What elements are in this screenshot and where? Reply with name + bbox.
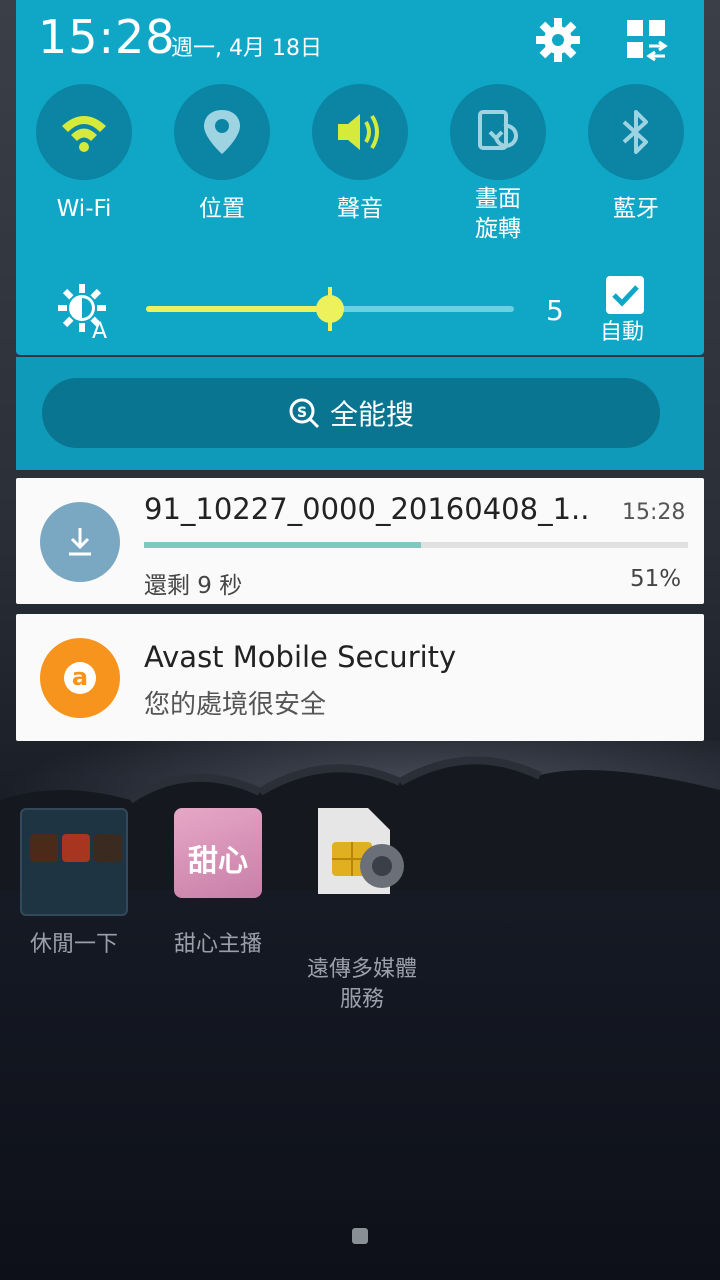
download-icon <box>69 528 91 556</box>
auto-brightness-label: 自動 <box>600 320 645 345</box>
search-panel: S 全能搜 <box>16 357 704 470</box>
avast-icon: a <box>40 638 120 718</box>
avast-title: Avast Mobile Security <box>144 640 457 674</box>
toggle-wifi-label: Wi-Fi <box>56 196 112 222</box>
status-date: 週一, 4月 18日 <box>171 36 322 61</box>
download-percent: 51% <box>630 566 682 592</box>
download-progress-fill <box>144 542 422 548</box>
brightness-slider[interactable] <box>146 287 514 331</box>
bluetooth-icon <box>622 110 648 154</box>
sound-icon <box>338 114 379 150</box>
toggle-wifi-circle[interactable] <box>36 84 132 180</box>
omni-search-button[interactable]: S 全能搜 <box>42 378 660 448</box>
toggle-location-circle[interactable] <box>174 84 270 180</box>
toggle-wifi[interactable]: Wi-Fi <box>36 84 132 224</box>
download-notification[interactable]: 91_10227_0000_20160408_1.. 15:28 還剩 9 秒 … <box>16 478 704 604</box>
download-time: 15:28 <box>622 500 686 525</box>
download-progress-bar <box>144 542 688 548</box>
brightness-slider-thumb[interactable] <box>316 287 344 331</box>
fetnet-multimedia-label: 遠傳多媒體 服務 <box>306 957 417 1012</box>
brightness-slider-fill <box>146 306 330 312</box>
toggle-sound-circle[interactable] <box>312 84 408 180</box>
fetnet-multimedia-app-icon[interactable] <box>318 808 410 900</box>
toggle-sound-label: 聲音 <box>337 196 383 222</box>
sweet-anchor-label: 甜心主播 <box>173 932 262 957</box>
toggle-rotate-label: 畫面 旋轉 <box>475 186 521 242</box>
edit-tiles-icon[interactable] <box>623 16 671 64</box>
sweet-anchor-logo: 甜心 <box>188 844 248 879</box>
checkmark-icon <box>612 285 639 307</box>
toggle-rotate[interactable]: 畫面 旋轉 <box>450 84 546 244</box>
wifi-icon <box>62 116 106 152</box>
search-icon: S <box>289 398 320 429</box>
quick-settings-panel: 15:28 週一, 4月 18日 Wi-Fi 位置 聲音 畫面 旋轉 藍牙 A … <box>16 0 704 355</box>
avast-text: 您的處境很安全 <box>144 690 327 720</box>
sweet-anchor-app-icon[interactable]: 甜心 <box>174 808 262 898</box>
location-icon <box>204 110 240 154</box>
toggle-bluetooth-label: 藍牙 <box>613 196 659 222</box>
toggle-bluetooth[interactable]: 藍牙 <box>588 84 684 224</box>
download-filename: 91_10227_0000_20160408_1.. <box>144 492 590 526</box>
download-icon-badge <box>40 502 120 582</box>
folder-leisure-label: 休閒一下 <box>29 932 118 957</box>
toggle-bluetooth-circle[interactable] <box>588 84 684 180</box>
brightness-value: 5 <box>546 294 564 327</box>
svg-text:S: S <box>297 405 307 421</box>
toggle-sound[interactable]: 聲音 <box>312 84 408 224</box>
home-page-indicator <box>352 1228 368 1244</box>
folder-leisure-icon[interactable] <box>20 808 128 916</box>
brightness-auto-icon: A <box>58 284 107 340</box>
status-clock: 15:28 <box>38 10 176 64</box>
omni-search-label: 全能搜 <box>329 398 414 431</box>
toggle-location[interactable]: 位置 <box>174 84 270 224</box>
settings-gear-icon[interactable] <box>534 16 582 64</box>
toggle-rotate-circle[interactable] <box>450 84 546 180</box>
auto-brightness-checkbox[interactable] <box>606 276 644 314</box>
download-remaining: 還剩 9 秒 <box>144 573 243 599</box>
avast-notification[interactable]: a Avast Mobile Security 您的處境很安全 <box>16 614 704 741</box>
toggle-location-label: 位置 <box>199 196 245 222</box>
rotate-icon <box>478 110 518 150</box>
svg-text:A: A <box>92 319 107 340</box>
